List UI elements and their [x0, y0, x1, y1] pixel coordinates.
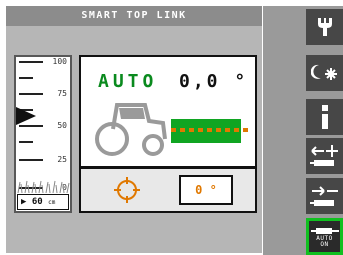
- ground-icon: [17, 180, 70, 193]
- retract-button[interactable]: [306, 178, 343, 214]
- day-night-icon: [310, 64, 337, 80]
- hitch-line: [171, 128, 251, 132]
- depth-unit: cm: [48, 199, 56, 206]
- scale-tick: [19, 61, 43, 63]
- scale-tick: [19, 159, 43, 161]
- scale-label-25: 25: [57, 155, 67, 164]
- scale-tick: [19, 141, 33, 143]
- angle-readout: 0,0 °: [179, 71, 249, 92]
- info-button[interactable]: [306, 99, 343, 135]
- retract-minus-icon: [309, 186, 338, 206]
- app-title: SMART TOP LINK: [6, 6, 262, 26]
- scale-tick: [19, 125, 43, 127]
- wrench-icon: [317, 18, 332, 36]
- scale-label-50: 50: [57, 121, 67, 130]
- setpoint-panel: 0 °: [79, 168, 257, 213]
- settings-button[interactable]: [306, 9, 343, 45]
- setpoint-value[interactable]: 0 °: [179, 175, 233, 205]
- arrow-right-icon: ▶: [21, 197, 27, 207]
- day-night-button[interactable]: [306, 55, 343, 91]
- extend-button[interactable]: [306, 138, 343, 174]
- target-crosshair-icon: [114, 177, 140, 203]
- on-label: ON: [320, 240, 329, 248]
- cylinder-auto-icon: [310, 227, 339, 234]
- status-display: AUTO 0,0 °: [79, 55, 257, 168]
- depth-value-box: ▶ 60 cm: [17, 194, 69, 210]
- depth-scale: 100 75 50 25 0 ▶ 60 cm: [14, 55, 72, 213]
- scale-label-75: 75: [57, 89, 67, 98]
- auto-mode-toggle[interactable]: AUTO ON: [306, 218, 343, 255]
- screen: SMART TOP LINK 100 75 50 25 0 ▶ 60 cm AU…: [0, 0, 343, 255]
- depth-value: 60: [31, 197, 43, 207]
- scale-label-100: 100: [52, 57, 67, 66]
- scale-tick: [19, 77, 33, 79]
- info-icon: [321, 105, 328, 129]
- tractor-icon: [95, 103, 167, 156]
- extend-plus-icon: [309, 145, 338, 166]
- depth-pointer: [16, 107, 36, 125]
- mode-label: AUTO: [98, 71, 158, 92]
- scale-tick: [19, 93, 43, 95]
